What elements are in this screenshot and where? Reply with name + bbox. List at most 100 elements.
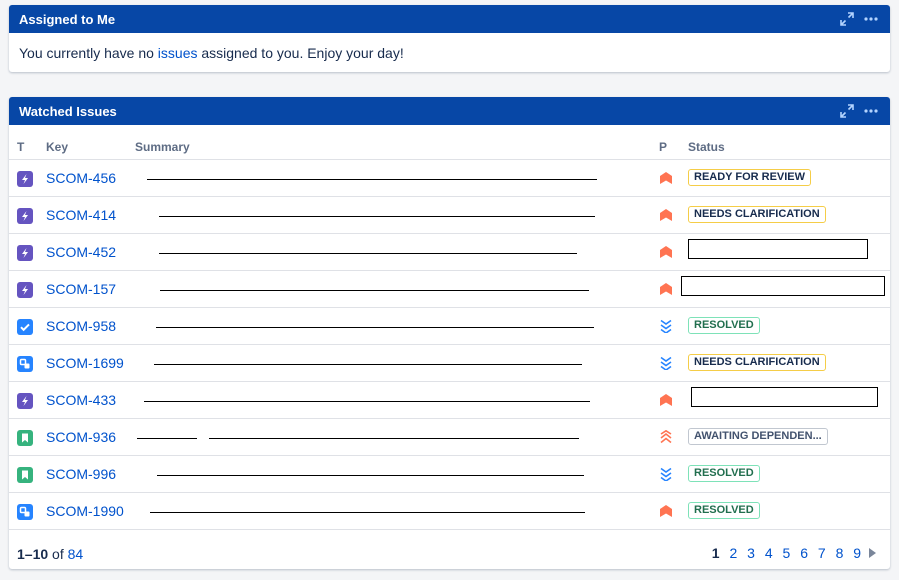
redacted-summary (260, 512, 485, 513)
priority-highest-icon (659, 429, 673, 444)
redacted-status (691, 387, 878, 407)
redacted-summary (476, 475, 584, 476)
total-count[interactable]: 84 (68, 546, 84, 562)
table-row[interactable]: SCOM-996 RESOLVED (9, 456, 890, 493)
story-icon (17, 467, 33, 483)
more-options-icon[interactable] (864, 109, 878, 113)
issue-key-link[interactable]: SCOM-456 (46, 170, 116, 186)
page-link[interactable]: 4 (760, 545, 778, 561)
redacted-summary (159, 216, 379, 217)
redacted-summary (180, 401, 290, 402)
status-lozenge: NEEDS CLARIFICATION (688, 206, 826, 223)
column-summary[interactable]: Summary (135, 140, 190, 154)
table-row[interactable]: SCOM-414 NEEDS CLARIFICATION (9, 197, 890, 234)
redacted-summary (477, 401, 590, 402)
table-row[interactable]: SCOM-433 (9, 382, 890, 419)
issue-key-link[interactable]: SCOM-452 (46, 244, 116, 260)
pagination: 123456789 (707, 545, 878, 561)
subtask-icon (17, 356, 33, 372)
gadget-title: Watched Issues (19, 103, 117, 119)
table-row[interactable]: SCOM-456 READY FOR REVIEW (9, 160, 890, 197)
watched-issues-gadget: Watched Issues T Key Summary P Status SC… (9, 97, 890, 569)
expand-icon[interactable] (840, 12, 854, 26)
column-key[interactable]: Key (46, 140, 68, 154)
table-row[interactable]: SCOM-1699 NEEDS CLARIFICATION (9, 345, 890, 382)
issue-key-link[interactable]: SCOM-1990 (46, 503, 124, 519)
issue-key-link[interactable]: SCOM-157 (46, 281, 116, 297)
redacted-summary (137, 438, 197, 439)
redacted-summary (157, 475, 263, 476)
priority-high-icon (659, 208, 673, 222)
issue-key-link[interactable]: SCOM-1699 (46, 355, 124, 371)
redacted-summary (263, 475, 476, 476)
redacted-summary (485, 512, 585, 513)
redacted-summary (209, 438, 304, 439)
page-link[interactable]: 7 (813, 545, 831, 561)
priority-lowest-icon (659, 356, 673, 371)
redacted-summary (154, 364, 261, 365)
expand-icon[interactable] (840, 104, 854, 118)
table-row[interactable]: SCOM-958 RESOLVED (9, 308, 890, 345)
redacted-summary (474, 364, 582, 365)
gadget-title: Assigned to Me (19, 11, 116, 27)
page-link[interactable]: 6 (795, 545, 813, 561)
page-link[interactable]: 1 (707, 545, 725, 561)
redacted-summary (261, 364, 474, 365)
redacted-summary (374, 290, 589, 291)
epic-icon (17, 245, 33, 261)
issues-link[interactable]: issues (158, 45, 198, 61)
redacted-summary (377, 216, 595, 217)
issue-key-link[interactable]: SCOM-996 (46, 466, 116, 482)
redacted-status (688, 239, 868, 259)
priority-high-icon (659, 171, 673, 185)
status-lozenge: RESOLVED (688, 502, 760, 519)
column-type[interactable]: T (17, 140, 24, 154)
redacted-summary (160, 290, 375, 291)
page-link[interactable]: 2 (725, 545, 743, 561)
redacted-summary (159, 253, 264, 254)
page-link[interactable]: 9 (848, 545, 866, 561)
issue-list: SCOM-456 READY FOR REVIEW SCOM-414 NEEDS CL… (9, 160, 890, 530)
page-link[interactable]: 8 (831, 545, 849, 561)
column-status[interactable]: Status (688, 140, 725, 154)
assigned-message: You currently have no issues assigned to… (19, 45, 404, 61)
issue-key-link[interactable]: SCOM-414 (46, 207, 116, 223)
table-row[interactable]: SCOM-936 AWAITING DEPENDEN... (9, 419, 890, 456)
epic-icon (17, 171, 33, 187)
issue-key-link[interactable]: SCOM-433 (46, 392, 116, 408)
result-count: 1–10 of 84 (17, 546, 84, 562)
epic-icon (17, 282, 33, 298)
priority-high-icon (659, 504, 673, 518)
column-priority[interactable]: P (659, 140, 667, 154)
redacted-summary (147, 179, 597, 180)
status-lozenge: AWAITING DEPENDEN... (688, 428, 828, 445)
issue-key-link[interactable]: SCOM-958 (46, 318, 116, 334)
redacted-summary (264, 253, 472, 254)
epic-icon (17, 208, 33, 224)
assigned-to-me-gadget: Assigned to Me You currently have no iss… (9, 5, 890, 72)
status-lozenge: RESOLVED (688, 465, 760, 482)
gadget-header: Watched Issues (9, 97, 890, 125)
subtask-icon (17, 504, 33, 520)
redacted-summary (144, 401, 180, 402)
table-row[interactable]: SCOM-452 (9, 234, 890, 271)
status-lozenge: READY FOR REVIEW (688, 169, 812, 186)
page-link[interactable]: 5 (778, 545, 796, 561)
priority-high-icon (659, 282, 673, 296)
page-link[interactable]: 3 (742, 545, 760, 561)
gadget-header: Assigned to Me (9, 5, 890, 33)
table-row[interactable]: SCOM-1990 RESOLVED (9, 493, 890, 530)
chevron-right-icon[interactable] (866, 545, 878, 561)
status-lozenge: NEEDS CLARIFICATION (688, 354, 826, 371)
more-options-icon[interactable] (864, 17, 878, 21)
epic-icon (17, 393, 33, 409)
redacted-summary (484, 327, 594, 328)
story-icon (17, 430, 33, 446)
redacted-summary (472, 253, 577, 254)
table-row[interactable]: SCOM-157 (9, 271, 890, 308)
redacted-summary (156, 327, 266, 328)
redacted-summary (150, 512, 260, 513)
redacted-summary (290, 401, 404, 402)
status-lozenge: RESOLVED (688, 317, 760, 334)
issue-key-link[interactable]: SCOM-936 (46, 429, 116, 445)
